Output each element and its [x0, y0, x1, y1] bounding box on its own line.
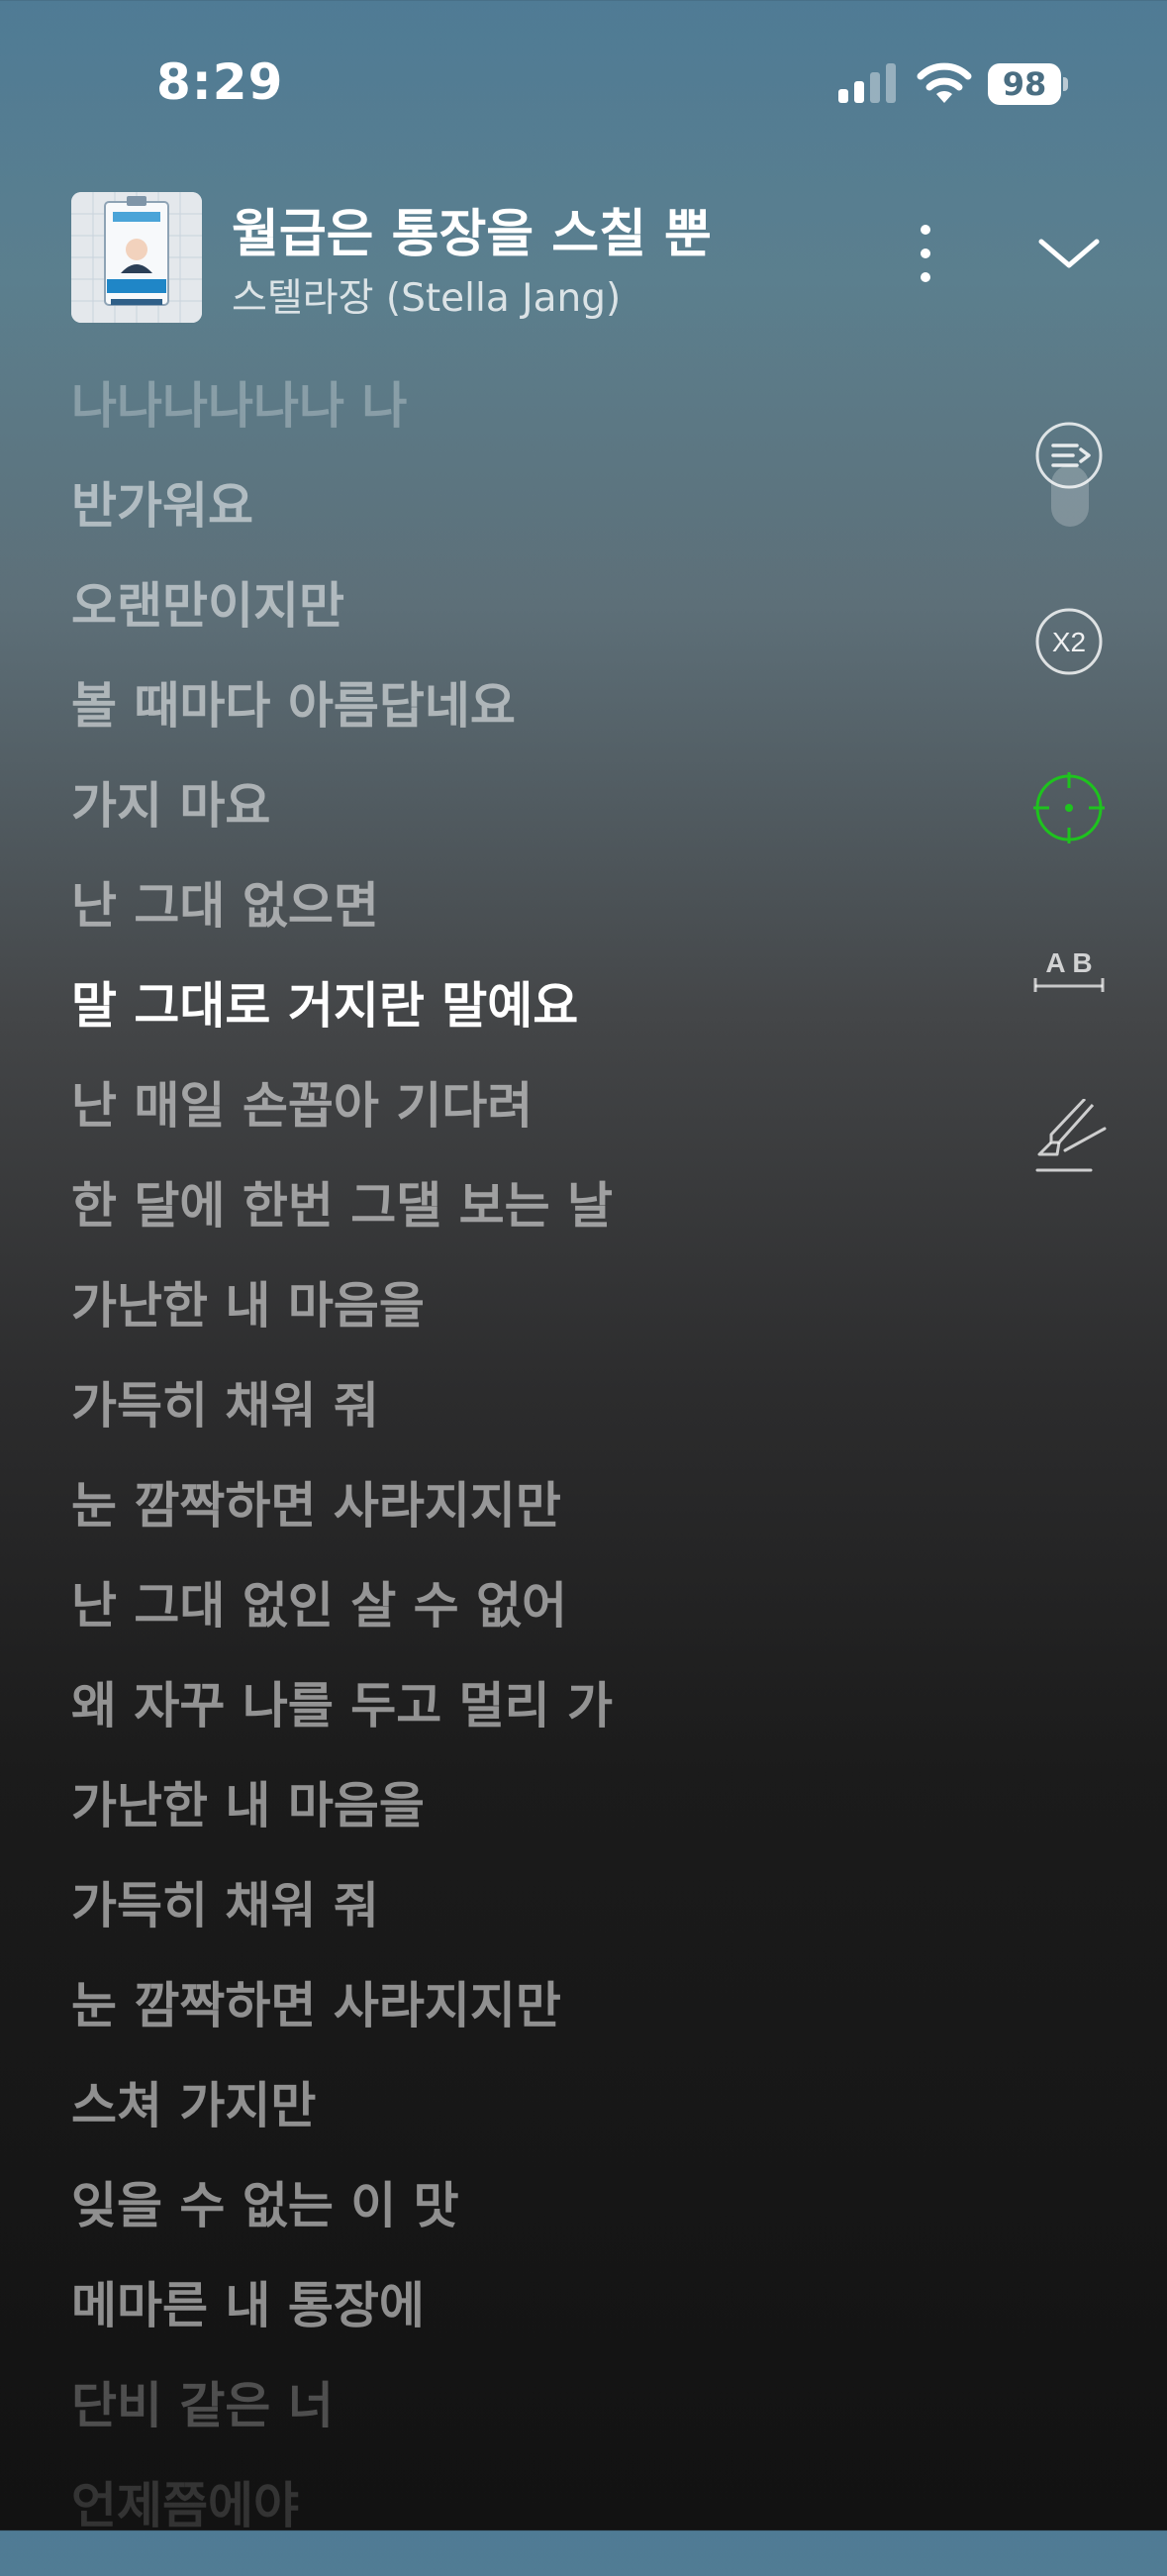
- lyric-line[interactable]: 오랜만이지만: [71, 576, 962, 676]
- ab-repeat-button[interactable]: A B: [1029, 931, 1109, 1010]
- lyric-line[interactable]: 난 그대 없으면: [71, 876, 962, 976]
- status-time: 8:29: [156, 53, 284, 111]
- sync-target-icon[interactable]: [1029, 768, 1109, 847]
- lyric-line[interactable]: 나나나나나나 나: [71, 376, 962, 476]
- lyric-line[interactable]: 가난한 내 마음을: [71, 1776, 962, 1876]
- wifi-icon: [917, 62, 972, 103]
- lyric-line[interactable]: 반가워요: [71, 476, 962, 576]
- lyric-line[interactable]: 가난한 내 마음을: [71, 1276, 962, 1376]
- queue-icon[interactable]: [1029, 416, 1109, 495]
- lyric-line[interactable]: 가득히 채워 줘: [71, 1876, 962, 1976]
- song-title: 월급은 통장을 스칠 뿐: [232, 205, 712, 264]
- speed-label: X2: [1052, 627, 1086, 657]
- lyrics-list[interactable]: 나나나나나나 나 반가워요 오랜만이지만 볼 때마다 아름답네요 가지 마요 난 그대 없…: [71, 376, 962, 2576]
- lyric-line[interactable]: 한 달에 한번 그댈 보는 날: [71, 1176, 962, 1276]
- status-bar: 8:29 98: [0, 0, 1167, 168]
- artist-name[interactable]: 스텔라장 (Stella Jang): [232, 267, 621, 323]
- lyric-line[interactable]: 볼 때마다 아름답네요: [71, 676, 962, 776]
- highlighter-icon[interactable]: [1029, 1099, 1109, 1178]
- ab-repeat-icon: A B: [1033, 947, 1105, 992]
- ab-label: A B: [1045, 947, 1092, 978]
- lyric-line[interactable]: 눈 깜짝하면 사라지지만: [71, 1476, 962, 1576]
- album-art[interactable]: [71, 192, 202, 323]
- battery-tip: [1063, 77, 1068, 91]
- lyric-line[interactable]: 난 그대 없인 살 수 없어: [71, 1576, 962, 1676]
- lyric-line[interactable]: 잊을 수 없는 이 맛: [71, 2176, 962, 2276]
- lyric-line[interactable]: 단비 같은 너: [71, 2376, 962, 2476]
- lyric-line[interactable]: 메마른 내 통장에: [71, 2276, 962, 2376]
- lyric-line[interactable]: 난 매일 손꼽아 기다려: [71, 1076, 962, 1176]
- lyric-line[interactable]: 스쳐 가지만: [71, 2076, 962, 2176]
- lyric-line[interactable]: 가득히 채워 줘: [71, 1376, 962, 1476]
- lyric-line[interactable]: 왜 자꾸 나를 두고 멀리 가: [71, 1676, 962, 1776]
- chevron-down-icon[interactable]: [1029, 214, 1109, 293]
- lyric-line[interactable]: 가지 마요: [71, 776, 962, 876]
- lyric-line[interactable]: 눈 깜짝하면 사라지지만: [71, 1976, 962, 2076]
- lyric-line[interactable]: 언제쯤에야: [71, 2476, 962, 2576]
- now-playing-header: 월급은 통장을 스칠 뿐 스텔라장 (Stella Jang): [0, 188, 1167, 337]
- album-art-image: [71, 192, 202, 323]
- lyric-line-active[interactable]: 말 그대로 거지란 말예요: [71, 976, 962, 1076]
- battery-level: 98: [988, 63, 1061, 105]
- speed-button[interactable]: X2: [1029, 602, 1109, 681]
- battery-icon: 98: [988, 63, 1068, 107]
- signal-icon: [838, 63, 896, 103]
- more-vertical-icon[interactable]: [901, 214, 950, 293]
- speed-icon: X2: [1035, 608, 1103, 675]
